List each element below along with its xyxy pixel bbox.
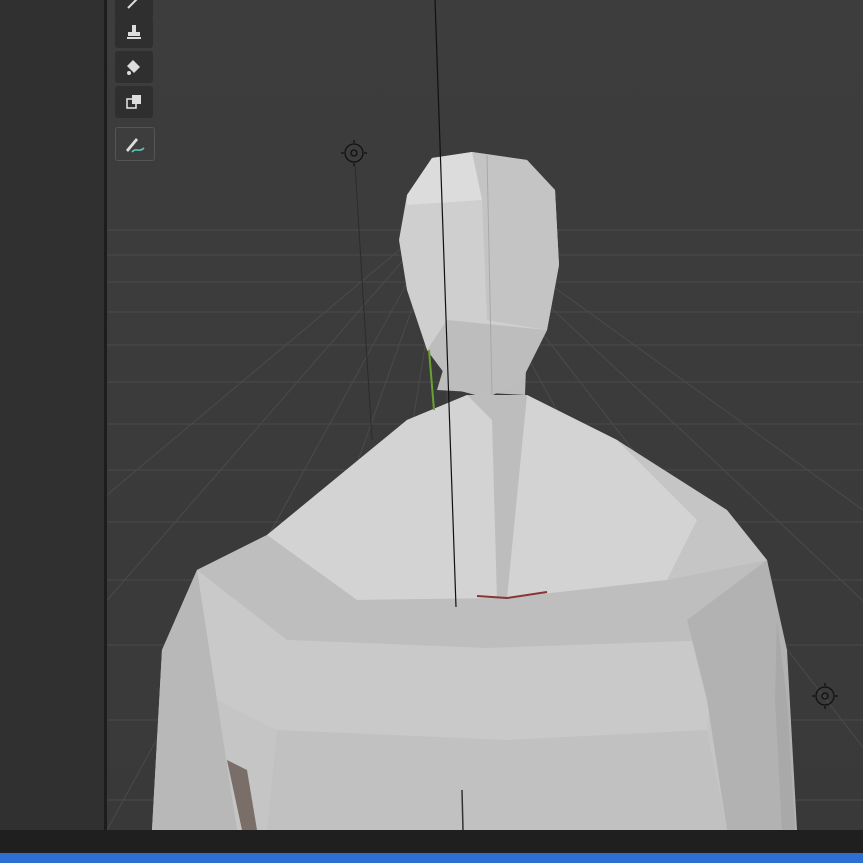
draw-curve-icon[interactable] bbox=[115, 127, 155, 161]
bottom-status-strip bbox=[0, 830, 863, 853]
os-taskbar bbox=[0, 853, 863, 863]
clone-layers-icon[interactable] bbox=[115, 86, 153, 118]
side-panel bbox=[0, 0, 104, 830]
paint-bucket-icon[interactable] bbox=[115, 51, 153, 83]
axis-line-lower bbox=[461, 789, 464, 830]
3d-viewport[interactable] bbox=[107, 0, 863, 830]
viewport-scene bbox=[107, 0, 863, 830]
stamp-icon[interactable] bbox=[115, 16, 153, 48]
